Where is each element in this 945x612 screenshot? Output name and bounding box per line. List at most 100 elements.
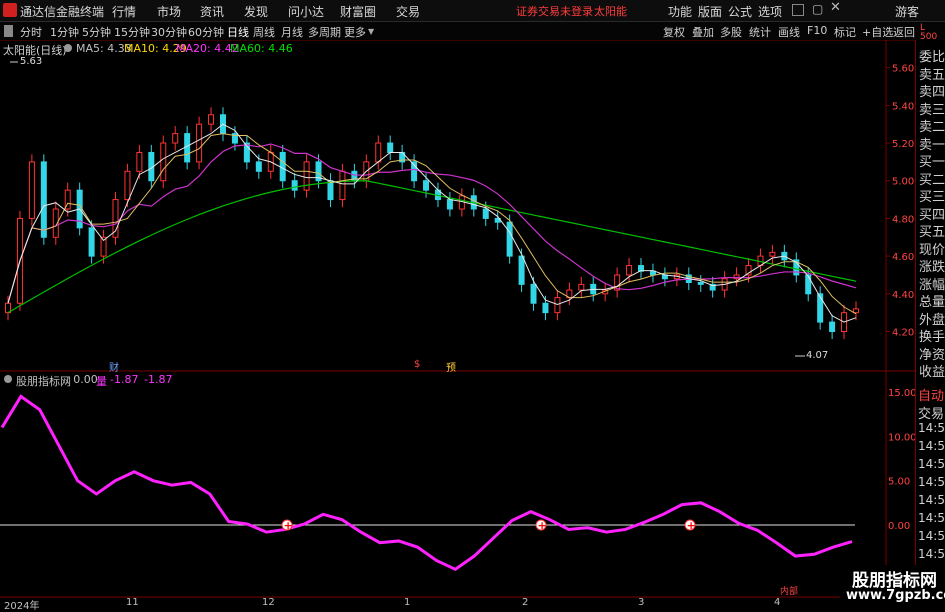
period-15min[interactable]: 15分钟 xyxy=(114,24,150,40)
menu-wealth[interactable]: 财富圈 xyxy=(340,3,376,20)
ma20-line xyxy=(7,143,857,304)
menu-discover[interactable]: 发现 xyxy=(244,3,268,20)
btn-f10[interactable]: F10 xyxy=(807,24,827,37)
candlesticks xyxy=(5,107,859,340)
indicator-settings-icon[interactable] xyxy=(4,375,12,383)
btn-mark[interactable]: 标记 xyxy=(834,24,856,40)
date-label: 4 xyxy=(774,597,781,608)
candle-body xyxy=(375,142,382,163)
trade-time: 14:56 xyxy=(918,475,945,489)
quote-item: 换手 xyxy=(919,330,945,345)
trade-time: 14:56 xyxy=(918,457,945,471)
candle-body xyxy=(530,283,537,304)
candle-body xyxy=(291,180,298,191)
price-tick-label: 5.20 xyxy=(892,139,914,150)
close-icon[interactable]: ✕ xyxy=(830,0,841,15)
buy-signal-icon: + xyxy=(535,519,547,532)
price-tick-label: 5.60 xyxy=(892,64,914,75)
price-tick-label: 5.00 xyxy=(892,177,914,188)
period-daily[interactable]: 日线 xyxy=(227,24,249,40)
candle-body xyxy=(817,293,824,323)
indicator-line xyxy=(0,394,853,572)
ma5-line xyxy=(7,123,857,323)
quote-item: 卖三 xyxy=(919,102,945,118)
svg-text:+: + xyxy=(284,519,293,532)
candle-body xyxy=(578,283,585,291)
indicator-val-2: -1.87 xyxy=(144,373,173,386)
candle-body xyxy=(184,133,191,163)
period-more[interactable]: 更多 xyxy=(344,24,366,40)
low-price-label: 4.07 xyxy=(806,350,829,361)
menu-quotes[interactable]: 行情 xyxy=(112,3,136,20)
indicator-tick-label: 0.00 xyxy=(888,521,910,532)
candle-body xyxy=(160,142,167,182)
login-warning[interactable]: 证券交易未登录 xyxy=(516,3,593,19)
btn-multi-stock[interactable]: 多股 xyxy=(720,24,742,40)
menu-news[interactable]: 资讯 xyxy=(200,3,224,20)
indicator-value: : 0.00 xyxy=(66,373,98,386)
quote-item: 净资 xyxy=(919,347,945,363)
period-30min[interactable]: 30分钟 xyxy=(151,24,187,40)
guest-user[interactable]: 游客 xyxy=(895,3,919,20)
menu-icon[interactable] xyxy=(4,25,13,37)
btn-overlay[interactable]: 叠加 xyxy=(692,24,714,40)
quote-item: 卖二 xyxy=(919,120,945,135)
trade-time: 14:56 xyxy=(918,529,945,543)
quote-item: 买二 xyxy=(919,172,945,188)
indicator-mark: 量 xyxy=(96,375,107,388)
menu-options[interactable]: 选项 xyxy=(758,3,782,20)
menu-trade[interactable]: 交易 xyxy=(396,3,420,20)
btn-add-watch[interactable]: +自选 xyxy=(862,24,893,40)
app-logo-icon xyxy=(3,3,17,17)
indicator-val-1: -1.87 xyxy=(110,373,139,386)
high-price-label: 5.63 xyxy=(20,56,43,67)
menu-ask[interactable]: 问小达 xyxy=(288,3,324,20)
period-multi[interactable]: 多周期 xyxy=(308,24,341,40)
btn-stats[interactable]: 统计 xyxy=(749,24,771,40)
price-tick-label: 4.20 xyxy=(892,328,914,339)
trade-time: 14:56 xyxy=(918,493,945,507)
settings-gear-icon[interactable] xyxy=(64,44,72,52)
dividend-marker[interactable]: $ xyxy=(414,359,420,370)
fullscreen-icon[interactable] xyxy=(792,4,804,16)
candle-body xyxy=(196,123,203,163)
price-axis: 5.60 5.40 5.20 5.00 4.80 4.60 4.40 4.20 xyxy=(886,64,914,339)
candle-body xyxy=(506,221,513,257)
btn-draw[interactable]: 画线 xyxy=(778,24,800,40)
buy-signal-icon: + xyxy=(684,519,696,532)
candle-body xyxy=(542,302,549,314)
candle-body xyxy=(255,161,262,172)
watermark-url: www.7gpzb.com xyxy=(846,588,945,603)
date-label: 12 xyxy=(262,597,275,608)
menu-formula[interactable]: 公式 xyxy=(728,3,752,20)
price-tick-label: 5.40 xyxy=(892,101,914,112)
period-monthly[interactable]: 月线 xyxy=(281,24,303,40)
period-5min[interactable]: 5分钟 xyxy=(82,24,111,40)
quote-item: 买五 xyxy=(919,225,945,240)
menu-layout[interactable]: 版面 xyxy=(698,3,722,20)
candle-body xyxy=(124,170,131,201)
period-weekly[interactable]: 周线 xyxy=(253,24,275,40)
candle-body xyxy=(805,274,812,295)
btn-back[interactable]: 返回 xyxy=(893,24,915,40)
period-1min[interactable]: 1分钟 xyxy=(50,24,79,40)
indicator-tick-label: 15.00 xyxy=(888,388,915,399)
trade-label[interactable]: 交易 xyxy=(918,403,944,422)
period-60min[interactable]: 60分钟 xyxy=(188,24,224,40)
trade-time: 14:56 xyxy=(918,439,945,453)
auto-label[interactable]: 自动 xyxy=(918,385,944,404)
btn-adjust[interactable]: 复权 xyxy=(663,24,685,40)
minimize-icon[interactable]: ▢ xyxy=(812,2,823,16)
chart-area[interactable]: 5.605.405.205.004.804.604.404.20 15.0010… xyxy=(0,40,915,609)
menu-market[interactable]: 市场 xyxy=(157,3,181,20)
app-name: 通达信金融终端 xyxy=(20,5,105,19)
period-timeshare[interactable]: 分时 xyxy=(20,24,42,40)
candle-body xyxy=(327,180,334,201)
menu-function[interactable]: 功能 xyxy=(668,3,692,20)
forecast-marker[interactable]: 预 xyxy=(446,359,456,374)
panel-top-label: L 500 xyxy=(920,23,938,42)
chevron-down-icon[interactable]: ▼ xyxy=(368,27,374,36)
candle-body xyxy=(697,282,704,285)
finance-marker[interactable]: 财 xyxy=(109,359,119,374)
candle-body xyxy=(339,170,346,201)
